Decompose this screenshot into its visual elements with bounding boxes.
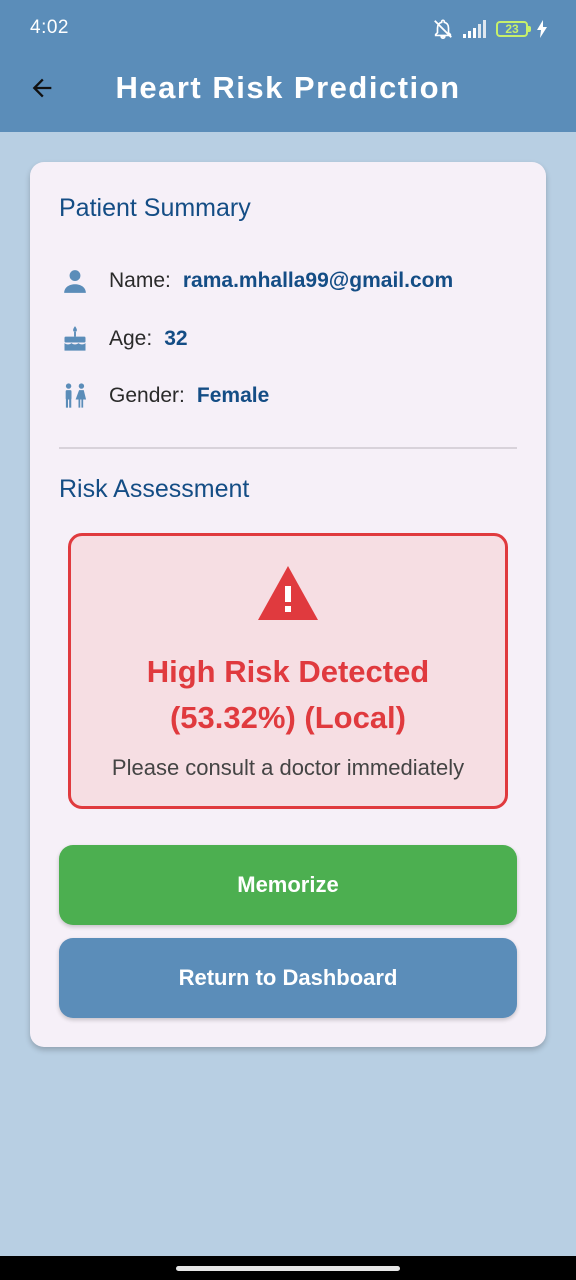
app-bar: 4:02 23 Heart Risk Prediction (0, 0, 576, 132)
result-card: Patient Summary Name: rama.mhalla99@gmai… (30, 162, 546, 1047)
risk-headline-line1: High Risk Detected (146, 654, 430, 689)
risk-result-box: High Risk Detected (53.32%) (Local) Plea… (68, 533, 508, 809)
gender-label: Gender: (109, 384, 185, 407)
risk-headline: High Risk Detected (53.32%) (Local) (71, 649, 505, 741)
cake-icon (59, 323, 91, 355)
system-nav-bar (0, 1256, 576, 1280)
risk-assessment-title: Risk Assessment (59, 475, 250, 503)
risk-note: Please consult a doctor immediately (111, 755, 465, 780)
signal-icon (462, 19, 488, 39)
home-gesture-handle[interactable] (176, 1266, 400, 1271)
info-row-name: Name: rama.mhalla99@gmail.com (59, 265, 453, 297)
gender-value: Female (196, 384, 270, 407)
charging-icon (536, 20, 548, 38)
risk-headline-line2: (53.32%) (Local) (169, 700, 406, 735)
wc-icon (59, 380, 91, 412)
status-icons: 23 (432, 17, 548, 41)
bell-off-icon (432, 18, 454, 40)
age-label: Age: (109, 327, 153, 350)
info-row-age: Age: 32 (59, 323, 188, 355)
warning-icon (256, 564, 320, 627)
divider (59, 447, 517, 449)
page-title: Heart Risk Prediction (115, 70, 461, 105)
name-label: Name: (109, 269, 171, 292)
return-to-dashboard-button[interactable]: Return to Dashboard (59, 938, 517, 1018)
status-time: 4:02 (30, 17, 69, 38)
name-value: rama.mhalla99@gmail.com (182, 269, 454, 292)
battery-icon: 23 (496, 21, 531, 37)
patient-summary-title: Patient Summary (59, 194, 251, 222)
memorize-button[interactable]: Memorize (59, 845, 517, 925)
age-value: 32 (164, 327, 188, 350)
person-icon (59, 265, 91, 297)
info-row-gender: Gender: Female (59, 380, 269, 412)
